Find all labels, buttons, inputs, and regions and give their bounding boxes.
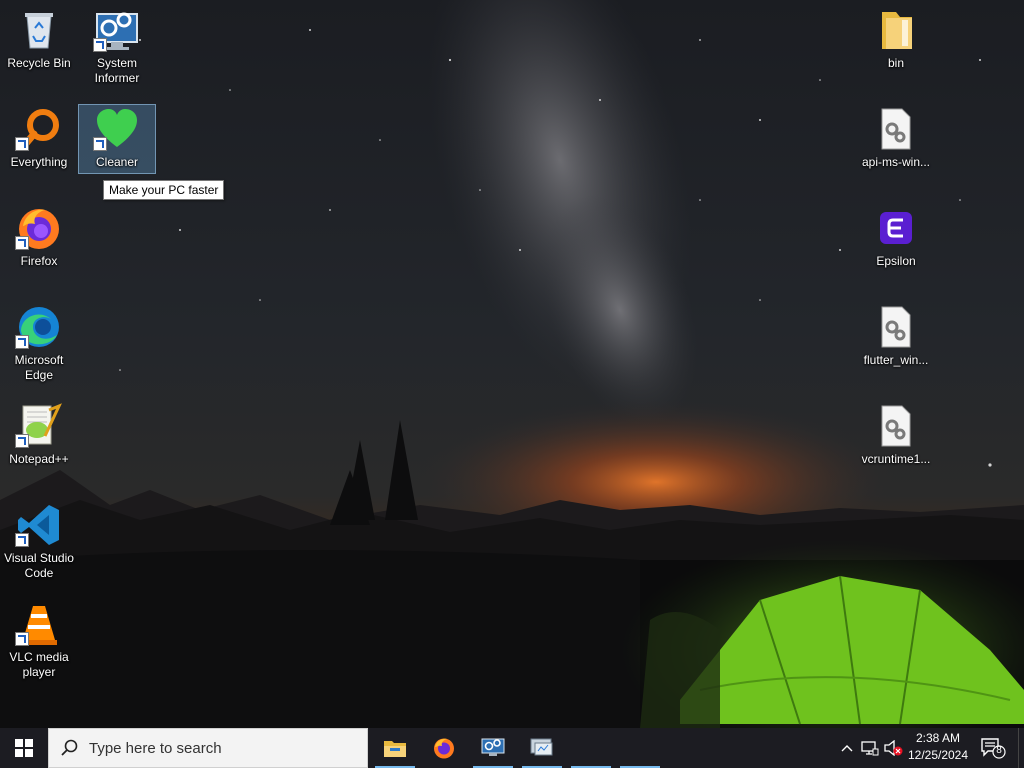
shortcut-arrow-icon — [15, 434, 29, 448]
shortcut-arrow-icon — [15, 137, 29, 151]
desktop-icon-notepadpp[interactable]: Notepad++ — [1, 402, 77, 467]
dll-file-icon — [872, 402, 920, 450]
file-explorer-icon — [384, 741, 406, 757]
desktop-icon-label: Cleaner — [95, 155, 139, 169]
desktop-icon-label: System Informer — [94, 56, 140, 85]
recycle-bin-icon — [15, 6, 63, 54]
tooltip: Make your PC faster — [103, 180, 225, 200]
volume-muted-icon — [884, 740, 903, 756]
taskbar-system-informer[interactable] — [469, 728, 517, 768]
desktop-icon-flutter-win[interactable]: flutter_win... — [858, 303, 934, 368]
shortcut-arrow-icon — [15, 533, 29, 547]
desktop-icon-label: bin — [887, 56, 904, 70]
dll-file-icon — [872, 303, 920, 351]
epsilon-icon — [872, 204, 920, 252]
taskbar-search-box[interactable]: Type here to search — [48, 728, 368, 768]
desktop-icon-label: VLC media player — [9, 650, 69, 679]
network-monitor-icon — [530, 738, 553, 756]
desktop-icon-firefox[interactable]: Firefox — [1, 204, 77, 269]
windows-logo-icon — [15, 739, 33, 757]
taskbar-running-app[interactable] — [616, 728, 664, 768]
desktop-icon-bin-folder[interactable]: bin — [858, 6, 934, 71]
desktop-icon-vlc-media-player[interactable]: VLC media player — [1, 600, 77, 680]
taskbar-running-app[interactable] — [567, 728, 615, 768]
system-informer-icon — [93, 6, 141, 54]
desktop-icon-vcruntime[interactable]: vcruntime1... — [858, 402, 934, 467]
vlc-icon — [15, 600, 63, 648]
edge-icon — [15, 303, 63, 351]
desktop-icon-label: Visual Studio Code — [4, 551, 74, 580]
notepadpp-icon — [15, 402, 63, 450]
desktop-icon-cleaner[interactable]: Cleaner — [78, 104, 156, 174]
chevron-up-icon — [841, 745, 853, 752]
desktop-icon-recycle-bin[interactable]: Recycle Bin — [1, 6, 77, 71]
clock-date: 12/25/2024 — [907, 748, 969, 762]
system-informer-icon — [481, 738, 505, 756]
desktop-icon-everything[interactable]: Everything — [1, 105, 77, 170]
desktop-icon-label: Everything — [10, 155, 68, 169]
folder-icon — [872, 6, 920, 54]
desktop-icon-label: Microsoft Edge — [14, 353, 64, 382]
start-button[interactable] — [0, 728, 48, 768]
desktop-icon-label: Epsilon — [876, 254, 916, 268]
shortcut-arrow-icon — [15, 236, 29, 250]
taskbar-network-monitor[interactable] — [518, 728, 566, 768]
desktop-icon-epsilon[interactable]: Epsilon — [858, 204, 934, 269]
network-icon — [861, 741, 879, 756]
desktop-icon-api-ms-win[interactable]: api-ms-win... — [858, 105, 934, 170]
desktop-icon-label: Notepad++ — [9, 452, 69, 466]
clock-time: 2:38 AM — [915, 731, 961, 745]
shortcut-arrow-icon — [93, 137, 107, 151]
shortcut-arrow-icon — [15, 632, 29, 646]
search-icon — [61, 739, 78, 756]
taskbar-firefox[interactable] — [420, 728, 468, 768]
volume-tray-button[interactable] — [882, 728, 904, 768]
notification-count-badge: 8 — [996, 745, 1002, 756]
desktop-icon-system-informer[interactable]: System Informer — [79, 6, 155, 86]
desktop-icon-visual-studio-code[interactable]: Visual Studio Code — [1, 501, 77, 581]
everything-icon — [15, 105, 63, 153]
desktop-icon-label: flutter_win... — [863, 353, 929, 367]
desktop-icon-label: Firefox — [20, 254, 58, 268]
firefox-icon — [434, 738, 454, 759]
desktop-icon-label: Recycle Bin — [7, 56, 71, 70]
dll-file-icon — [872, 105, 920, 153]
taskbar-clock[interactable]: 2:38 AM 12/25/2024 — [904, 730, 972, 764]
firefox-icon — [15, 204, 63, 252]
shortcut-arrow-icon — [93, 38, 107, 52]
vscode-icon — [15, 501, 63, 549]
show-desktop-button[interactable] — [1018, 728, 1024, 768]
shortcut-arrow-icon — [15, 335, 29, 349]
desktop-icon-label: vcruntime1... — [861, 452, 931, 466]
desktop-icon-microsoft-edge[interactable]: Microsoft Edge — [1, 303, 77, 383]
desktop-icon-label: api-ms-win... — [861, 155, 930, 169]
heart-icon — [93, 105, 141, 153]
taskbar-file-explorer[interactable] — [371, 728, 419, 768]
network-tray-button[interactable] — [858, 728, 882, 768]
search-placeholder: Type here to search — [89, 739, 222, 757]
action-center-button[interactable]: 8 — [978, 728, 1008, 768]
taskbar: Type here to search 2:38 AM 12/25/2024 8 — [0, 728, 1024, 768]
show-hidden-icons-button[interactable] — [836, 728, 858, 768]
